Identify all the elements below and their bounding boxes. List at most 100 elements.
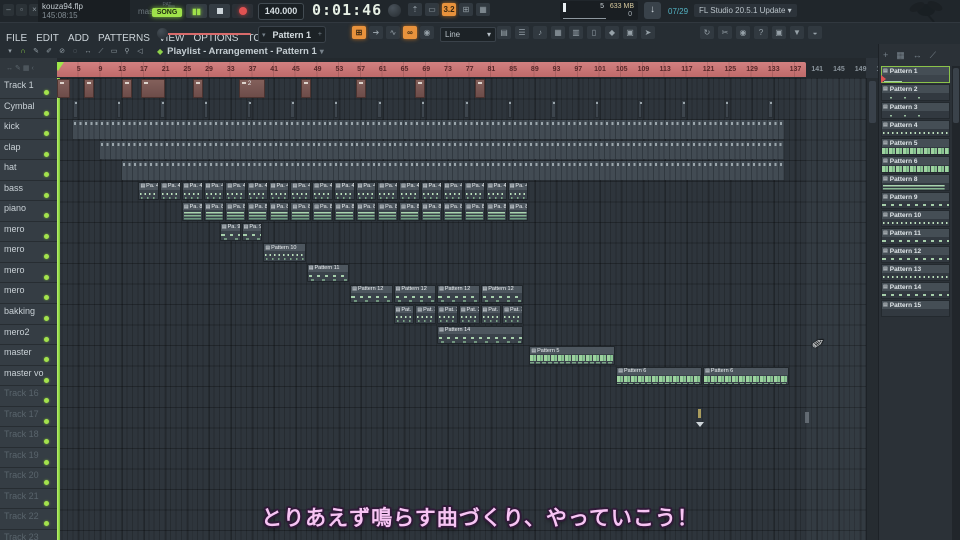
pattern-clip[interactable]: ▤ Pa. 4 [442,181,464,201]
pattern-clip[interactable]: ▤ Pa. 4 [160,181,181,201]
clip-menu-icon[interactable]: ▤ [244,224,249,230]
track-row-3[interactable]: kick [0,119,57,140]
clip-menu-icon[interactable]: ▤ [249,204,254,210]
pattern-menu-icon[interactable]: ▤ [883,284,888,290]
clip-menu-icon[interactable]: ▤ [227,183,232,189]
clip-menu-icon[interactable]: ▤ [417,307,422,313]
pattern-cell-clip[interactable] [377,99,382,119]
track-row-13[interactable]: mero2 [0,325,57,346]
track-mute-led[interactable] [44,377,49,383]
pencil-icon[interactable]: ✎ [15,64,21,72]
track-mute-led[interactable] [44,295,49,301]
channel-rack-icon[interactable]: ▤ [497,26,511,39]
pattern-menu-icon[interactable]: ▤ [883,230,888,236]
picker-pattern-pattern-6[interactable]: ▤ Pattern 6 [881,156,950,173]
clip-menu-icon[interactable]: ▤ [358,204,363,210]
scroll-left-icon[interactable]: ‹ [32,65,34,72]
audio-clip[interactable]: 2 [238,79,266,98]
pattern-clip[interactable]: ▤Pat. 3 [458,305,480,324]
track-mute-led[interactable] [44,131,49,137]
pattern-cell-clip[interactable] [333,99,339,119]
clip-menu-icon[interactable]: ▤ [510,204,515,210]
clip-menu-icon[interactable]: ▤ [466,204,471,210]
clip-menu-icon[interactable]: ▤ [401,204,406,210]
download-button[interactable]: ↓ [644,2,661,19]
pattern-clip[interactable]: ▤ Pa. 8 [312,202,333,221]
clip-menu-icon[interactable]: ▤ [445,183,450,189]
pattern-clip[interactable]: ▤ Pattern 12 [393,284,437,303]
pattern-menu-icon[interactable]: ▤ [883,194,888,200]
clip-menu-icon[interactable]: ▤ [461,307,466,313]
clip-menu-icon[interactable]: ▤ [439,327,444,333]
clip-menu-icon[interactable]: ▤ [271,183,276,189]
picker-pattern-pattern-8[interactable]: ▤ Pattern 8 [881,174,950,191]
track-mute-led[interactable] [44,90,49,95]
clip-menu-icon[interactable]: ▤ [396,307,401,313]
pattern-clip[interactable]: ▤Pat. 3 [437,305,458,324]
track-row-14[interactable]: master [0,345,57,366]
pattern-clip[interactable]: ▤ Pattern 14 [437,325,523,345]
clip-menu-icon[interactable]: ▤ [336,183,341,189]
pattern-cell-clip[interactable] [724,99,730,119]
clip-menu-icon[interactable]: ▤ [222,224,227,230]
piano-icon[interactable]: ▦ [23,64,30,72]
playlist-title[interactable]: Playlist - Arrangement - Pattern 1 [167,46,317,57]
pattern-clip[interactable]: ▤ Pa. 8 [203,202,225,221]
pattern-clip[interactable]: ▤ Pa. 8 [181,202,203,221]
maximize-button[interactable]: ▫ [16,4,27,16]
picker-scroll-thumb[interactable] [953,68,959,123]
slip-tool-icon[interactable]: ↔ [82,46,94,57]
clip-menu-icon[interactable]: ▤ [483,307,488,313]
browser-window-icon[interactable]: ▥ [569,26,583,39]
pattern-clip[interactable]: ▤ Pattern 10 [263,243,306,262]
playhead-line[interactable] [57,78,60,540]
track-mute-led[interactable] [44,398,49,404]
pattern-clip[interactable]: ▤ Pa. 8 [464,202,485,221]
clip-menu-icon[interactable]: ▤ [184,183,189,189]
pattern-clip[interactable]: ▤ Pa. 4 [225,181,247,201]
playlist-diamond-icon[interactable]: ◆ [157,47,163,56]
piano-view-icon[interactable]: ▦ [896,50,905,61]
clip-menu-icon[interactable]: ▤ [618,368,623,374]
pattern-clip[interactable]: ▤ Pa. 4 [181,181,203,201]
pattern-clip[interactable]: ▤ Pa. 4 [268,181,290,201]
pattern-clip[interactable]: ▤ Pattern 6 [616,366,703,386]
delete-tool-icon[interactable]: ⊘ [56,46,68,57]
pattern-clip[interactable]: ▤ Pa. 4 [203,181,225,201]
pattern-clip[interactable]: ▤ Pattern 11 [306,263,350,283]
magnet-snap-icon[interactable]: ∩ [17,46,29,57]
plugin-picker-icon[interactable]: ◆ [605,26,619,39]
track-mute-led[interactable] [44,233,49,239]
play-pause-button[interactable]: ▮▮ [186,4,207,18]
pattern-clip[interactable]: ▤ Pa. 4 [464,181,485,201]
crossfade-icon[interactable]: ↔ [6,65,13,72]
main-volume-knob[interactable] [388,4,401,17]
clip-menu-icon[interactable]: ▤ [265,245,270,251]
clip-menu-icon[interactable]: ▤ [352,286,357,292]
clip-menu-icon[interactable]: ▤ [314,183,319,189]
pattern-menu-icon[interactable]: ▤ [883,86,888,92]
clip-menu-icon[interactable]: ▤ [358,183,363,189]
track-mute-led[interactable] [44,439,49,445]
pattern-cell-clip[interactable] [160,99,165,119]
audio-clip[interactable] [475,79,485,98]
help-icon[interactable]: ? [754,26,768,39]
link-controllers-icon[interactable]: ∞ [403,26,417,39]
pattern-clip[interactable]: ▤Pat. 3 [393,305,415,324]
pattern-clip[interactable]: ▤ Pa. 8 [442,202,464,221]
clip-menu-icon[interactable]: ▤ [206,204,211,210]
clip-menu-icon[interactable]: ▤ [423,204,428,210]
track-row-9[interactable]: mero [0,242,57,263]
clip-menu-icon[interactable]: ▤ [423,183,428,189]
pattern-cell-clip[interactable] [594,99,599,119]
vscroll-thumb[interactable] [869,81,876,123]
pattern-clip[interactable]: ▤ Pattern 6 [703,366,790,386]
track-row-5[interactable]: hat [0,160,57,181]
pattern-menu-icon[interactable]: ▤ [883,122,888,128]
pattern-cells-strip[interactable] [122,161,784,180]
cut-icon[interactable]: ✂ [718,26,732,39]
pattern-clip[interactable]: ▤ Pattern 12 [480,284,523,303]
pattern-clip[interactable]: ▤ Pa. 8 [225,202,247,221]
pattern-menu-icon[interactable]: ▤ [883,158,888,164]
collapse-menu-icon[interactable]: ▾ [4,46,16,57]
